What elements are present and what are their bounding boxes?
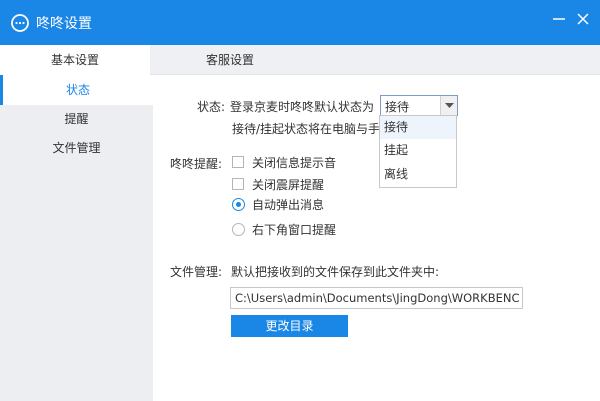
- status-dropdown: 接待 挂起 离线: [379, 115, 457, 188]
- file-description: 默认把接收到的文件保存到此文件夹中:: [231, 265, 440, 279]
- status-label: 状态:: [197, 100, 226, 114]
- minimize-icon[interactable]: [548, 8, 570, 30]
- sidebar: 状态 提醒 文件管理: [0, 75, 153, 401]
- window-title: 咚咚设置: [36, 16, 92, 32]
- corner-window-radio[interactable]: [232, 223, 245, 236]
- dropdown-option-reception[interactable]: 接待: [380, 116, 456, 139]
- status-select-value: 接待: [385, 100, 410, 114]
- status-select[interactable]: 接待: [380, 95, 458, 116]
- sidebar-item-reminder[interactable]: 提醒: [0, 104, 153, 134]
- sidebar-item-file-management[interactable]: 文件管理: [0, 133, 153, 163]
- file-label: 文件管理:: [170, 265, 223, 279]
- status-description: 登录京麦时咚咚默认状态为: [230, 100, 375, 114]
- tab-basic-settings[interactable]: 基本设置: [0, 45, 150, 75]
- tab-service-settings[interactable]: 客服设置: [150, 45, 310, 75]
- chevron-down-icon: [445, 103, 454, 108]
- sidebar-item-status[interactable]: 状态: [0, 75, 153, 105]
- settings-panel: 状态: 登录京麦时咚咚默认状态为 接待 接待/挂起状态将在电脑与手 接待 挂起 …: [153, 75, 600, 401]
- change-directory-button[interactable]: 更改目录: [231, 315, 348, 337]
- file-path-field[interactable]: C:\Users\admin\Documents\JingDong\WORKBE…: [230, 287, 523, 309]
- tab-bar: 基本设置 客服设置: [0, 45, 600, 75]
- disable-shake-checkbox[interactable]: [232, 178, 244, 190]
- dropdown-option-offline[interactable]: 离线: [380, 163, 456, 186]
- mute-sound-checkbox[interactable]: [232, 156, 244, 168]
- close-icon[interactable]: [572, 8, 594, 30]
- reminder-label: 咚咚提醒:: [170, 157, 223, 171]
- status-note: 接待/挂起状态将在电脑与手: [232, 122, 381, 136]
- chat-bubble-icon: [11, 14, 29, 32]
- corner-window-label: 右下角窗口提醒: [252, 223, 337, 237]
- mute-sound-label: 关闭信息提示音: [252, 156, 337, 170]
- select-arrow[interactable]: [440, 96, 457, 115]
- auto-popup-radio[interactable]: [232, 198, 245, 211]
- dropdown-option-suspend[interactable]: 挂起: [380, 139, 456, 162]
- auto-popup-label: 自动弹出消息: [252, 198, 325, 212]
- title-bar: 咚咚设置: [0, 0, 600, 45]
- disable-shake-label: 关闭震屏提醒: [252, 178, 325, 192]
